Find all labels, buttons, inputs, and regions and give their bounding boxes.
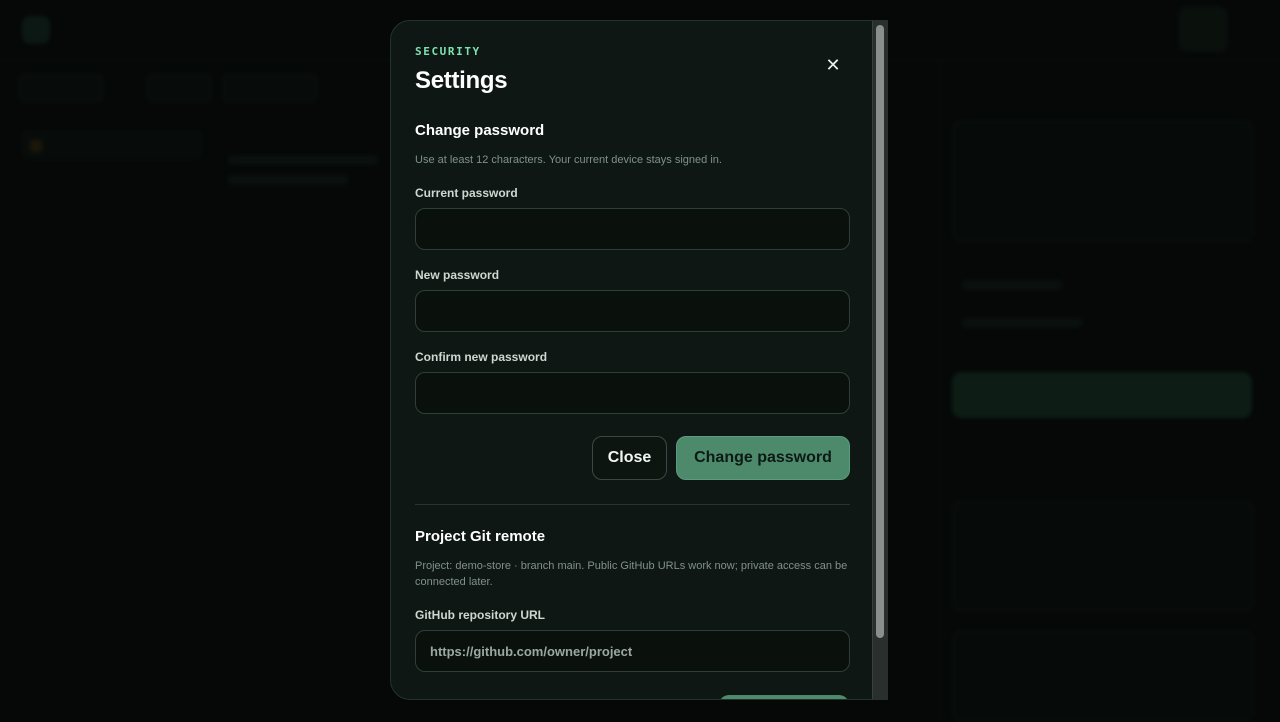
bg-chip — [146, 74, 212, 102]
confirm-password-label: Confirm new password — [415, 350, 548, 364]
new-password-label: New password — [415, 268, 500, 282]
bg-line — [228, 155, 378, 165]
change-password-button[interactable]: Change password — [676, 436, 850, 480]
scrollbar-thumb[interactable] — [876, 25, 884, 638]
modal-content: SECURITY Settings ✕ Change password Use … — [391, 21, 873, 699]
bg-left-dot — [30, 140, 42, 152]
github-url-input[interactable] — [415, 630, 850, 672]
bg-logo — [22, 16, 50, 44]
section-divider — [415, 504, 850, 505]
git-remote-help: Project: demo-store · branch main. Publi… — [415, 560, 848, 588]
git-remote-heading: Project Git remote — [415, 528, 546, 545]
close-icon[interactable]: ✕ — [823, 55, 843, 75]
modal-scrollbar[interactable] — [872, 21, 887, 699]
bg-line — [962, 318, 1082, 328]
save-remote-button[interactable] — [719, 695, 849, 699]
current-password-label: Current password — [415, 186, 518, 200]
bg-chip — [222, 74, 318, 102]
settings-modal: SECURITY Settings ✕ Change password Use … — [390, 20, 888, 700]
bg-primary-block — [952, 372, 1252, 418]
github-url-label: GitHub repository URL — [415, 608, 546, 622]
new-password-input[interactable] — [415, 290, 850, 332]
change-password-help: Use at least 12 characters. Your current… — [415, 154, 722, 166]
bg-left-item — [22, 130, 202, 160]
bg-avatar — [1178, 6, 1228, 52]
bg-card — [952, 500, 1254, 612]
modal-title: Settings — [415, 67, 508, 94]
bg-card — [952, 630, 1254, 722]
confirm-password-input[interactable] — [415, 372, 850, 414]
bg-card — [952, 120, 1254, 242]
close-button[interactable]: Close — [592, 436, 667, 480]
current-password-input[interactable] — [415, 208, 850, 250]
bg-line — [962, 280, 1062, 290]
bg-chip — [18, 74, 104, 102]
bg-line — [228, 175, 348, 185]
change-password-heading: Change password — [415, 122, 545, 139]
modal-eyebrow: SECURITY — [415, 45, 481, 58]
